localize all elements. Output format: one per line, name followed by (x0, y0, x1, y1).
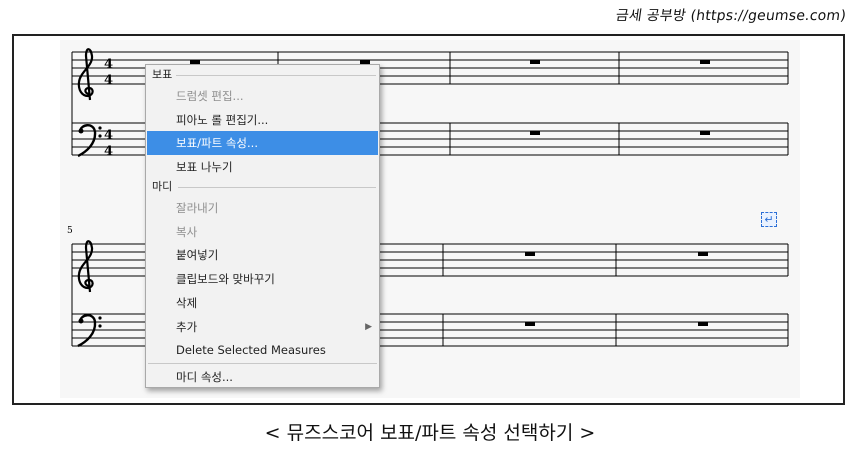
enter-icon[interactable]: ↵ (761, 212, 777, 227)
submenu-arrow-icon: ▶ (365, 322, 372, 332)
menu-item-measure-properties[interactable]: 마디 속성... (147, 365, 378, 389)
menu-section-divider (178, 187, 376, 188)
menu-section-divider (176, 75, 376, 76)
menu-section-staff: 보표 (152, 68, 173, 81)
menu-item-swap-with-clipboard[interactable]: 클립보드와 맞바꾸기 (147, 267, 378, 291)
menu-item-add-label: 추가 (176, 320, 198, 334)
caption: < 뮤즈스코어 보표/파트 속성 선택하기 > (264, 422, 596, 444)
menu-item-cut[interactable]: 잘라내기 (147, 196, 378, 220)
bass-clef-dots (78, 126, 102, 328)
menu-item-copy[interactable]: 복사 (147, 220, 378, 244)
time-signature-top-bass: 4 (104, 128, 113, 143)
bass-clef-icon (77, 124, 97, 348)
time-signature-top: 4 (104, 57, 113, 72)
menu-item-add[interactable]: 추가 ▶ (147, 315, 378, 339)
menu-item-staff-part-properties[interactable]: 보표/파트 속성... (147, 131, 378, 155)
time-signature-bottom-bass: 4 (104, 144, 113, 159)
menu-item-delete-selected-measures[interactable]: Delete Selected Measures (147, 338, 378, 362)
menu-section-measure: 마디 (152, 180, 173, 193)
context-menu: 보표 드럼셋 편집... 피아노 롤 편집기... 보표/파트 속성... 보표… (145, 64, 380, 388)
menu-item-edit-drumset[interactable]: 드럼셋 편집... (147, 84, 378, 108)
score-notation: 4 4 4 4 5 (67, 48, 789, 348)
treble-clef-icon (77, 48, 94, 293)
menu-item-piano-roll-editor[interactable]: 피아노 롤 편집기... (147, 108, 378, 132)
time-signature-bottom: 4 (104, 73, 113, 88)
menu-item-delete[interactable]: 삭제 (147, 291, 378, 315)
menu-item-split-staff[interactable]: 보표 나누기 (147, 155, 378, 179)
menu-item-paste[interactable]: 붙여넣기 (147, 243, 378, 267)
menu-separator (148, 363, 377, 364)
measure-number: 5 (67, 226, 73, 236)
